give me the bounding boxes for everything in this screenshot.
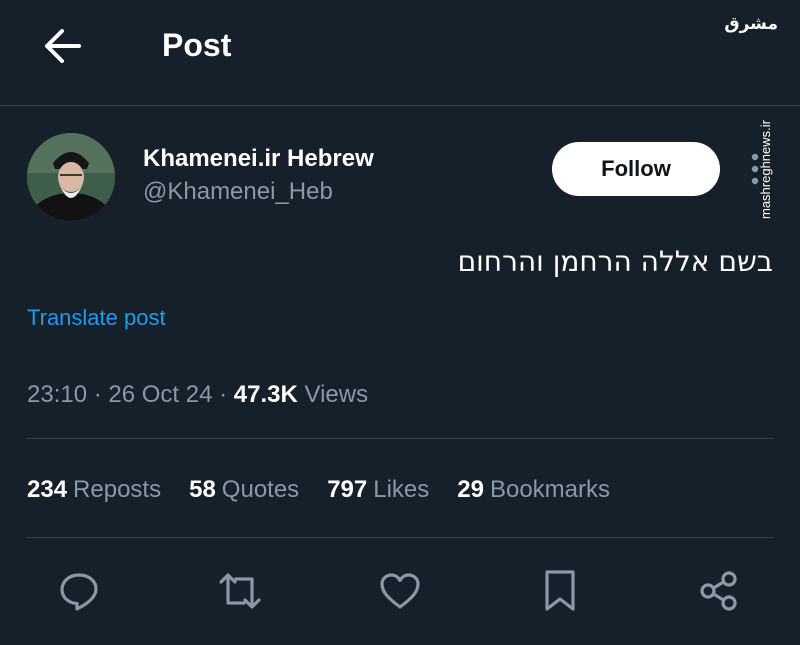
author-display-name[interactable]: Khamenei.ir Hebrew xyxy=(143,145,374,173)
bookmark-icon xyxy=(540,568,580,614)
reply-icon xyxy=(57,569,101,613)
quotes-stat[interactable]: 58 Quotes xyxy=(189,476,299,504)
avatar[interactable] xyxy=(27,133,115,221)
top-bar: Post xyxy=(0,0,800,106)
quotes-label: Quotes xyxy=(221,476,300,503)
views-count[interactable]: 47.3K xyxy=(234,381,298,408)
repost-icon xyxy=(217,569,263,613)
reposts-count: 234 xyxy=(27,476,68,503)
repost-button[interactable] xyxy=(217,568,263,614)
reposts-label: Reposts xyxy=(73,476,162,503)
post-time: 23:10 xyxy=(27,381,88,408)
share-button[interactable] xyxy=(696,568,742,614)
divider xyxy=(27,537,773,538)
reposts-stat[interactable]: 234 Reposts xyxy=(27,476,161,504)
more-options-button[interactable] xyxy=(740,150,770,188)
reply-button[interactable] xyxy=(56,568,102,614)
post-date: 26 Oct 24 xyxy=(108,381,213,408)
likes-label: Likes xyxy=(373,476,430,503)
bookmarks-count: 29 xyxy=(457,476,484,503)
quotes-count: 58 xyxy=(189,476,216,503)
bookmark-button[interactable] xyxy=(537,568,583,614)
likes-stat[interactable]: 797 Likes xyxy=(327,476,429,504)
bookmarks-label: Bookmarks xyxy=(489,476,611,503)
watermark-logo: مشرق xyxy=(724,14,778,34)
post-text: בשם אללה הרחמן והרחום xyxy=(457,245,773,278)
translate-post-link[interactable]: Translate post xyxy=(27,305,166,331)
divider xyxy=(27,438,773,439)
views-label: Views xyxy=(304,381,369,408)
author-handle[interactable]: @Khamenei_Heb xyxy=(143,178,333,206)
like-button[interactable] xyxy=(377,568,423,614)
engagement-stats: 234 Reposts 58 Quotes 797 Likes 29 Bookmarks xyxy=(27,474,638,506)
meta-separator: · xyxy=(212,381,234,408)
likes-count: 797 xyxy=(327,476,368,503)
watermark: مشرق mashreghnews.ir xyxy=(724,8,780,219)
meta-separator: · xyxy=(87,381,109,408)
share-icon xyxy=(697,569,741,613)
back-button[interactable] xyxy=(38,26,86,66)
follow-button[interactable]: Follow xyxy=(552,142,720,196)
bookmarks-stat[interactable]: 29 Bookmarks xyxy=(457,476,610,504)
page-title: Post xyxy=(162,27,232,63)
like-icon xyxy=(378,570,422,612)
more-vertical-icon xyxy=(751,153,759,185)
arrow-left-icon xyxy=(42,28,82,64)
post-meta: 23:10 · 26 Oct 24 · 47.3K Views xyxy=(27,381,368,409)
